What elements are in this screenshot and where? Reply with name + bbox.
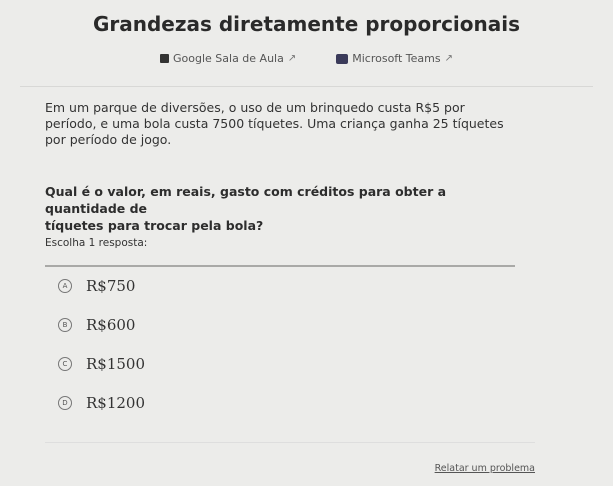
external-link-icon: ↗	[444, 53, 453, 64]
answer-instruction: Escolha 1 resposta:	[45, 237, 148, 249]
option-c[interactable]: C R$1500	[58, 355, 145, 373]
prompt-line: tíquetes para trocar pela bola?	[45, 218, 264, 233]
page-title: Grandezas diretamente proporcionais	[92, 12, 521, 36]
google-classroom-link[interactable]: Google Sala de Aula ↗	[160, 52, 296, 65]
google-classroom-label: Google Sala de Aula	[173, 52, 284, 65]
microsoft-teams-label: Microsoft Teams	[352, 52, 441, 65]
footer-divider	[45, 442, 535, 443]
question-line: Em um parque de diversões, o uso de um b…	[45, 100, 465, 115]
divider	[20, 86, 593, 87]
answer-options: A R$750 B R$600 C R$1500 D R$1200	[58, 277, 145, 412]
question-line: por período de jogo.	[45, 132, 172, 147]
report-problem-link[interactable]: Relatar um problema	[435, 463, 535, 474]
external-link-icon: ↗	[287, 53, 297, 64]
option-text: R$1200	[86, 394, 146, 412]
option-letter-badge: C	[58, 357, 72, 371]
question-text: Em um parque de diversões, o uso de um b…	[45, 100, 525, 148]
microsoft-teams-icon	[336, 53, 349, 64]
option-b[interactable]: B R$600	[58, 316, 145, 334]
question-line: período, e uma bola custa 7500 tíquetes.…	[45, 116, 504, 131]
question-prompt: Qual é o valor, em reais, gasto com créd…	[45, 183, 525, 234]
prompt-line: Qual é o valor, em reais, gasto com créd…	[45, 184, 447, 216]
option-text: R$750	[86, 277, 136, 295]
option-text: R$600	[86, 316, 136, 334]
option-letter-badge: B	[58, 318, 72, 332]
option-d[interactable]: D R$1200	[58, 394, 145, 412]
option-letter-badge: A	[58, 279, 72, 293]
share-links: Google Sala de Aula ↗ Microsoft Teams ↗	[0, 52, 613, 65]
microsoft-teams-link[interactable]: Microsoft Teams ↗	[336, 52, 453, 65]
google-classroom-icon	[160, 54, 169, 63]
option-text: R$1500	[86, 355, 146, 373]
option-letter-badge: D	[58, 396, 72, 410]
option-a[interactable]: A R$750	[58, 277, 145, 295]
options-divider	[45, 265, 515, 267]
